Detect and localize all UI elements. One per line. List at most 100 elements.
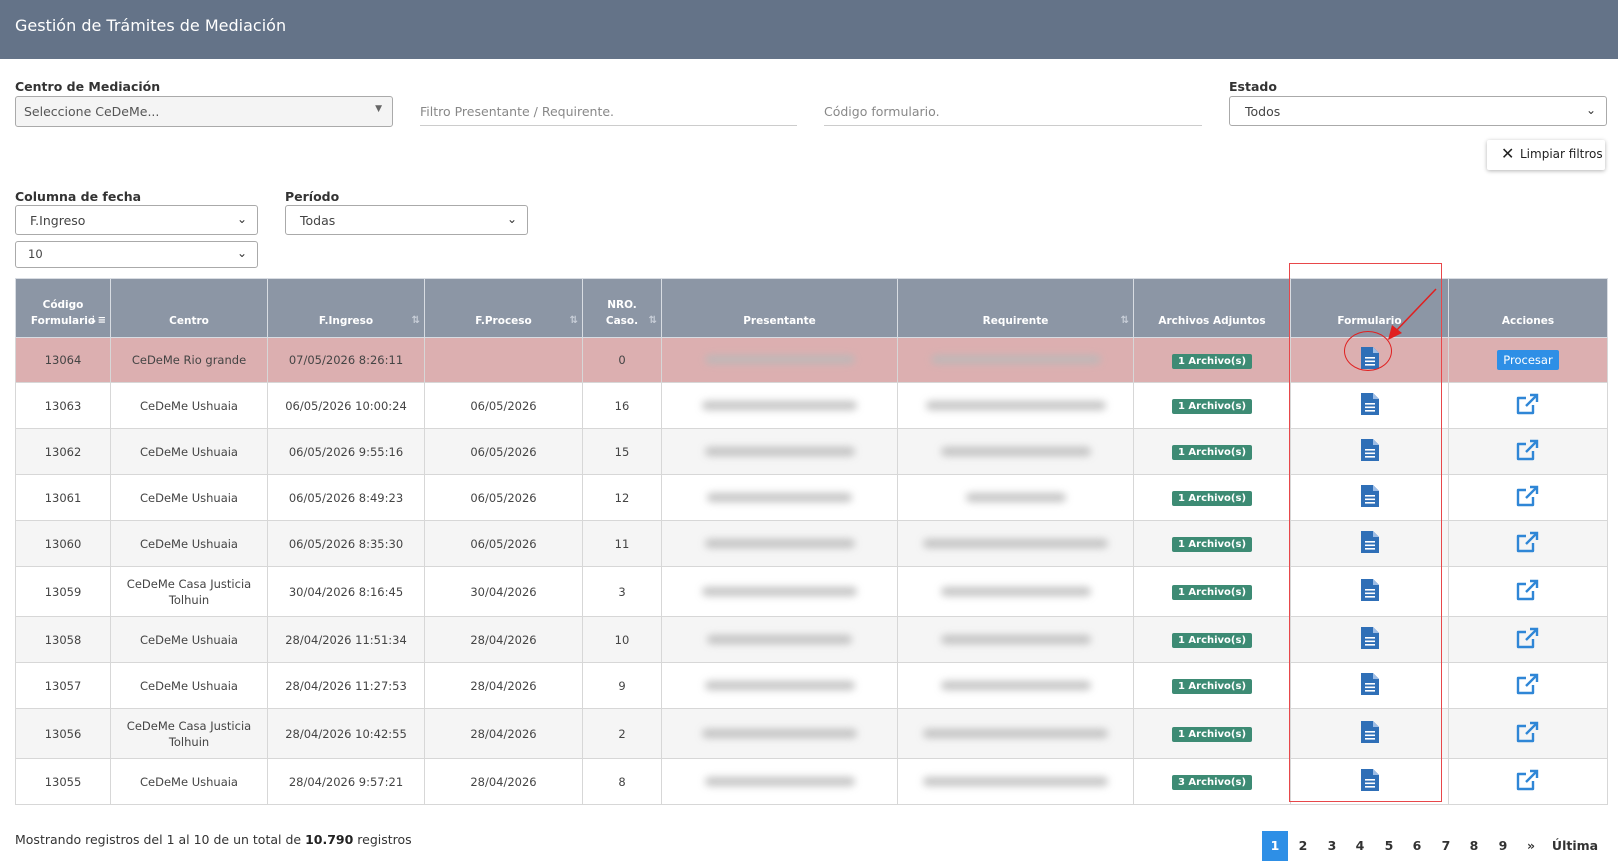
cell-proceso: 28/04/2026 (424, 708, 583, 759)
cell-centro: CeDeMe Casa Justicia Tolhuin (110, 708, 268, 759)
page-size-select[interactable]: 10 ⌄ (15, 241, 258, 268)
redacted-text (940, 586, 1091, 596)
estado-select[interactable]: Todos ⌄ (1229, 96, 1607, 126)
caret-down-icon: ▼ (375, 104, 382, 114)
page-title: Gestión de Trámites de Mediación (15, 16, 287, 35)
sort-icon[interactable]: ⇅ (1121, 313, 1129, 329)
cell-requirente (897, 708, 1134, 759)
header-proceso[interactable]: F.Proceso ⇅ (424, 278, 583, 338)
redacted-text (707, 634, 852, 644)
fecha-select-value: F.Ingreso (30, 213, 86, 228)
cell-proceso: 06/05/2026 (424, 474, 583, 521)
chevron-down-icon: ⌄ (236, 212, 247, 226)
cell-requirente (897, 758, 1134, 805)
sort-icon[interactable]: ⇅ (570, 313, 578, 329)
cell-archivos: 1 Archivo(s) (1133, 566, 1291, 617)
estado-select-value: Todos (1245, 104, 1281, 119)
attachments-badge[interactable]: 1 Archivo(s) (1171, 399, 1253, 414)
presentante-placeholder: Filtro Presentante / Requirente. (420, 104, 615, 119)
external-link-icon[interactable] (1515, 626, 1541, 654)
page-link-3[interactable]: 3 (1319, 831, 1345, 861)
attachments-badge[interactable]: 1 Archivo(s) (1171, 585, 1253, 600)
attachments-badge[interactable]: 1 Archivo(s) (1171, 445, 1253, 460)
attachments-badge[interactable]: 1 Archivo(s) (1171, 353, 1253, 369)
cell-proceso: 06/05/2026 (424, 520, 583, 567)
cell-acciones (1448, 520, 1608, 567)
estado-label: Estado (1229, 79, 1277, 94)
cell-centro: CeDeMe Ushuaia (110, 474, 268, 521)
annotation-arrow-icon (1388, 288, 1437, 340)
cell-ingreso: 06/05/2026 9:55:16 (267, 428, 425, 475)
cell-codigo: 13055 (15, 758, 111, 805)
last-page-link[interactable]: Última (1550, 831, 1600, 861)
cell-presentante (661, 382, 898, 429)
cell-acciones (1448, 616, 1608, 663)
attachments-badge[interactable]: 1 Archivo(s) (1171, 679, 1253, 694)
external-link-icon[interactable] (1515, 392, 1541, 420)
codigo-filter-input[interactable]: Código formulario. (824, 96, 1202, 126)
fecha-column-select[interactable]: F.Ingreso ⌄ (15, 205, 258, 235)
page-link-1[interactable]: 1 (1262, 831, 1288, 861)
chevron-down-icon: ⌄ (1585, 103, 1596, 117)
cell-requirente (897, 616, 1134, 663)
centro-select[interactable]: Seleccione CeDeMe... ▼ (15, 96, 393, 127)
cell-requirente (897, 566, 1134, 617)
sort-icon[interactable]: ⇅ (649, 313, 657, 329)
page-link-8[interactable]: 8 (1461, 831, 1487, 861)
external-link-icon[interactable] (1515, 672, 1541, 700)
header-presentante: Presentante (661, 278, 898, 338)
attachments-badge[interactable]: 1 Archivo(s) (1171, 491, 1253, 506)
page-link-6[interactable]: 6 (1404, 831, 1430, 861)
redacted-text (702, 400, 857, 410)
cell-codigo: 13062 (15, 428, 111, 475)
periodo-select-value: Todas (300, 213, 336, 228)
page-link-4[interactable]: 4 (1347, 831, 1373, 861)
cell-ingreso: 07/05/2026 8:26:11 (267, 337, 425, 383)
external-link-icon[interactable] (1515, 720, 1541, 748)
header-codigo[interactable]: Código Formulario ⇣≡ (15, 278, 111, 338)
presentante-filter-input[interactable]: Filtro Presentante / Requirente. (420, 96, 797, 126)
page-link-9[interactable]: 9 (1490, 831, 1516, 861)
cell-nro-caso: 16 (582, 382, 662, 429)
external-link-icon[interactable] (1515, 484, 1541, 512)
periodo-select[interactable]: Todas ⌄ (285, 205, 528, 235)
clear-filters-button[interactable]: ✕ Limpiar filtros (1487, 140, 1605, 170)
page-link-7[interactable]: 7 (1433, 831, 1459, 861)
redacted-text (940, 634, 1091, 644)
cell-ingreso: 28/04/2026 9:57:21 (267, 758, 425, 805)
cell-nro-caso: 3 (582, 566, 662, 617)
external-link-icon[interactable] (1515, 768, 1541, 796)
header-nro-caso[interactable]: NRO. Caso. ⇅ (582, 278, 662, 338)
cell-centro: CeDeMe Ushuaia (110, 758, 268, 805)
cell-requirente (897, 428, 1134, 475)
sort-desc-icon[interactable]: ⇣≡ (89, 313, 106, 329)
attachments-badge[interactable]: 3 Archivo(s) (1171, 775, 1253, 790)
sort-icon[interactable]: ⇅ (412, 313, 420, 329)
redacted-text (940, 680, 1091, 690)
header-acciones: Acciones (1448, 278, 1608, 338)
redacted-text (704, 355, 855, 364)
chevron-down-icon: ⌄ (506, 212, 517, 226)
redacted-text (702, 728, 857, 738)
redacted-text (923, 776, 1108, 786)
cell-proceso: 30/04/2026 (424, 566, 583, 617)
header-ingreso[interactable]: F.Ingreso ⇅ (267, 278, 425, 338)
process-button[interactable]: Procesar (1497, 350, 1559, 370)
cell-proceso (424, 337, 583, 383)
cell-codigo: 13063 (15, 382, 111, 429)
header-requirente[interactable]: Requirente ⇅ (897, 278, 1134, 338)
page-link-5[interactable]: 5 (1376, 831, 1402, 861)
cell-acciones (1448, 566, 1608, 617)
external-link-icon[interactable] (1515, 530, 1541, 558)
attachments-badge[interactable]: 1 Archivo(s) (1171, 537, 1253, 552)
next-page-link[interactable]: » (1518, 831, 1544, 861)
redacted-text (707, 492, 852, 502)
cell-requirente (897, 382, 1134, 429)
cell-archivos: 1 Archivo(s) (1133, 616, 1291, 663)
attachments-badge[interactable]: 1 Archivo(s) (1171, 633, 1253, 648)
attachments-badge[interactable]: 1 Archivo(s) (1171, 727, 1253, 742)
centro-select-value: Seleccione CeDeMe... (24, 104, 160, 119)
page-link-2[interactable]: 2 (1290, 831, 1316, 861)
external-link-icon[interactable] (1515, 578, 1541, 606)
external-link-icon[interactable] (1515, 438, 1541, 466)
